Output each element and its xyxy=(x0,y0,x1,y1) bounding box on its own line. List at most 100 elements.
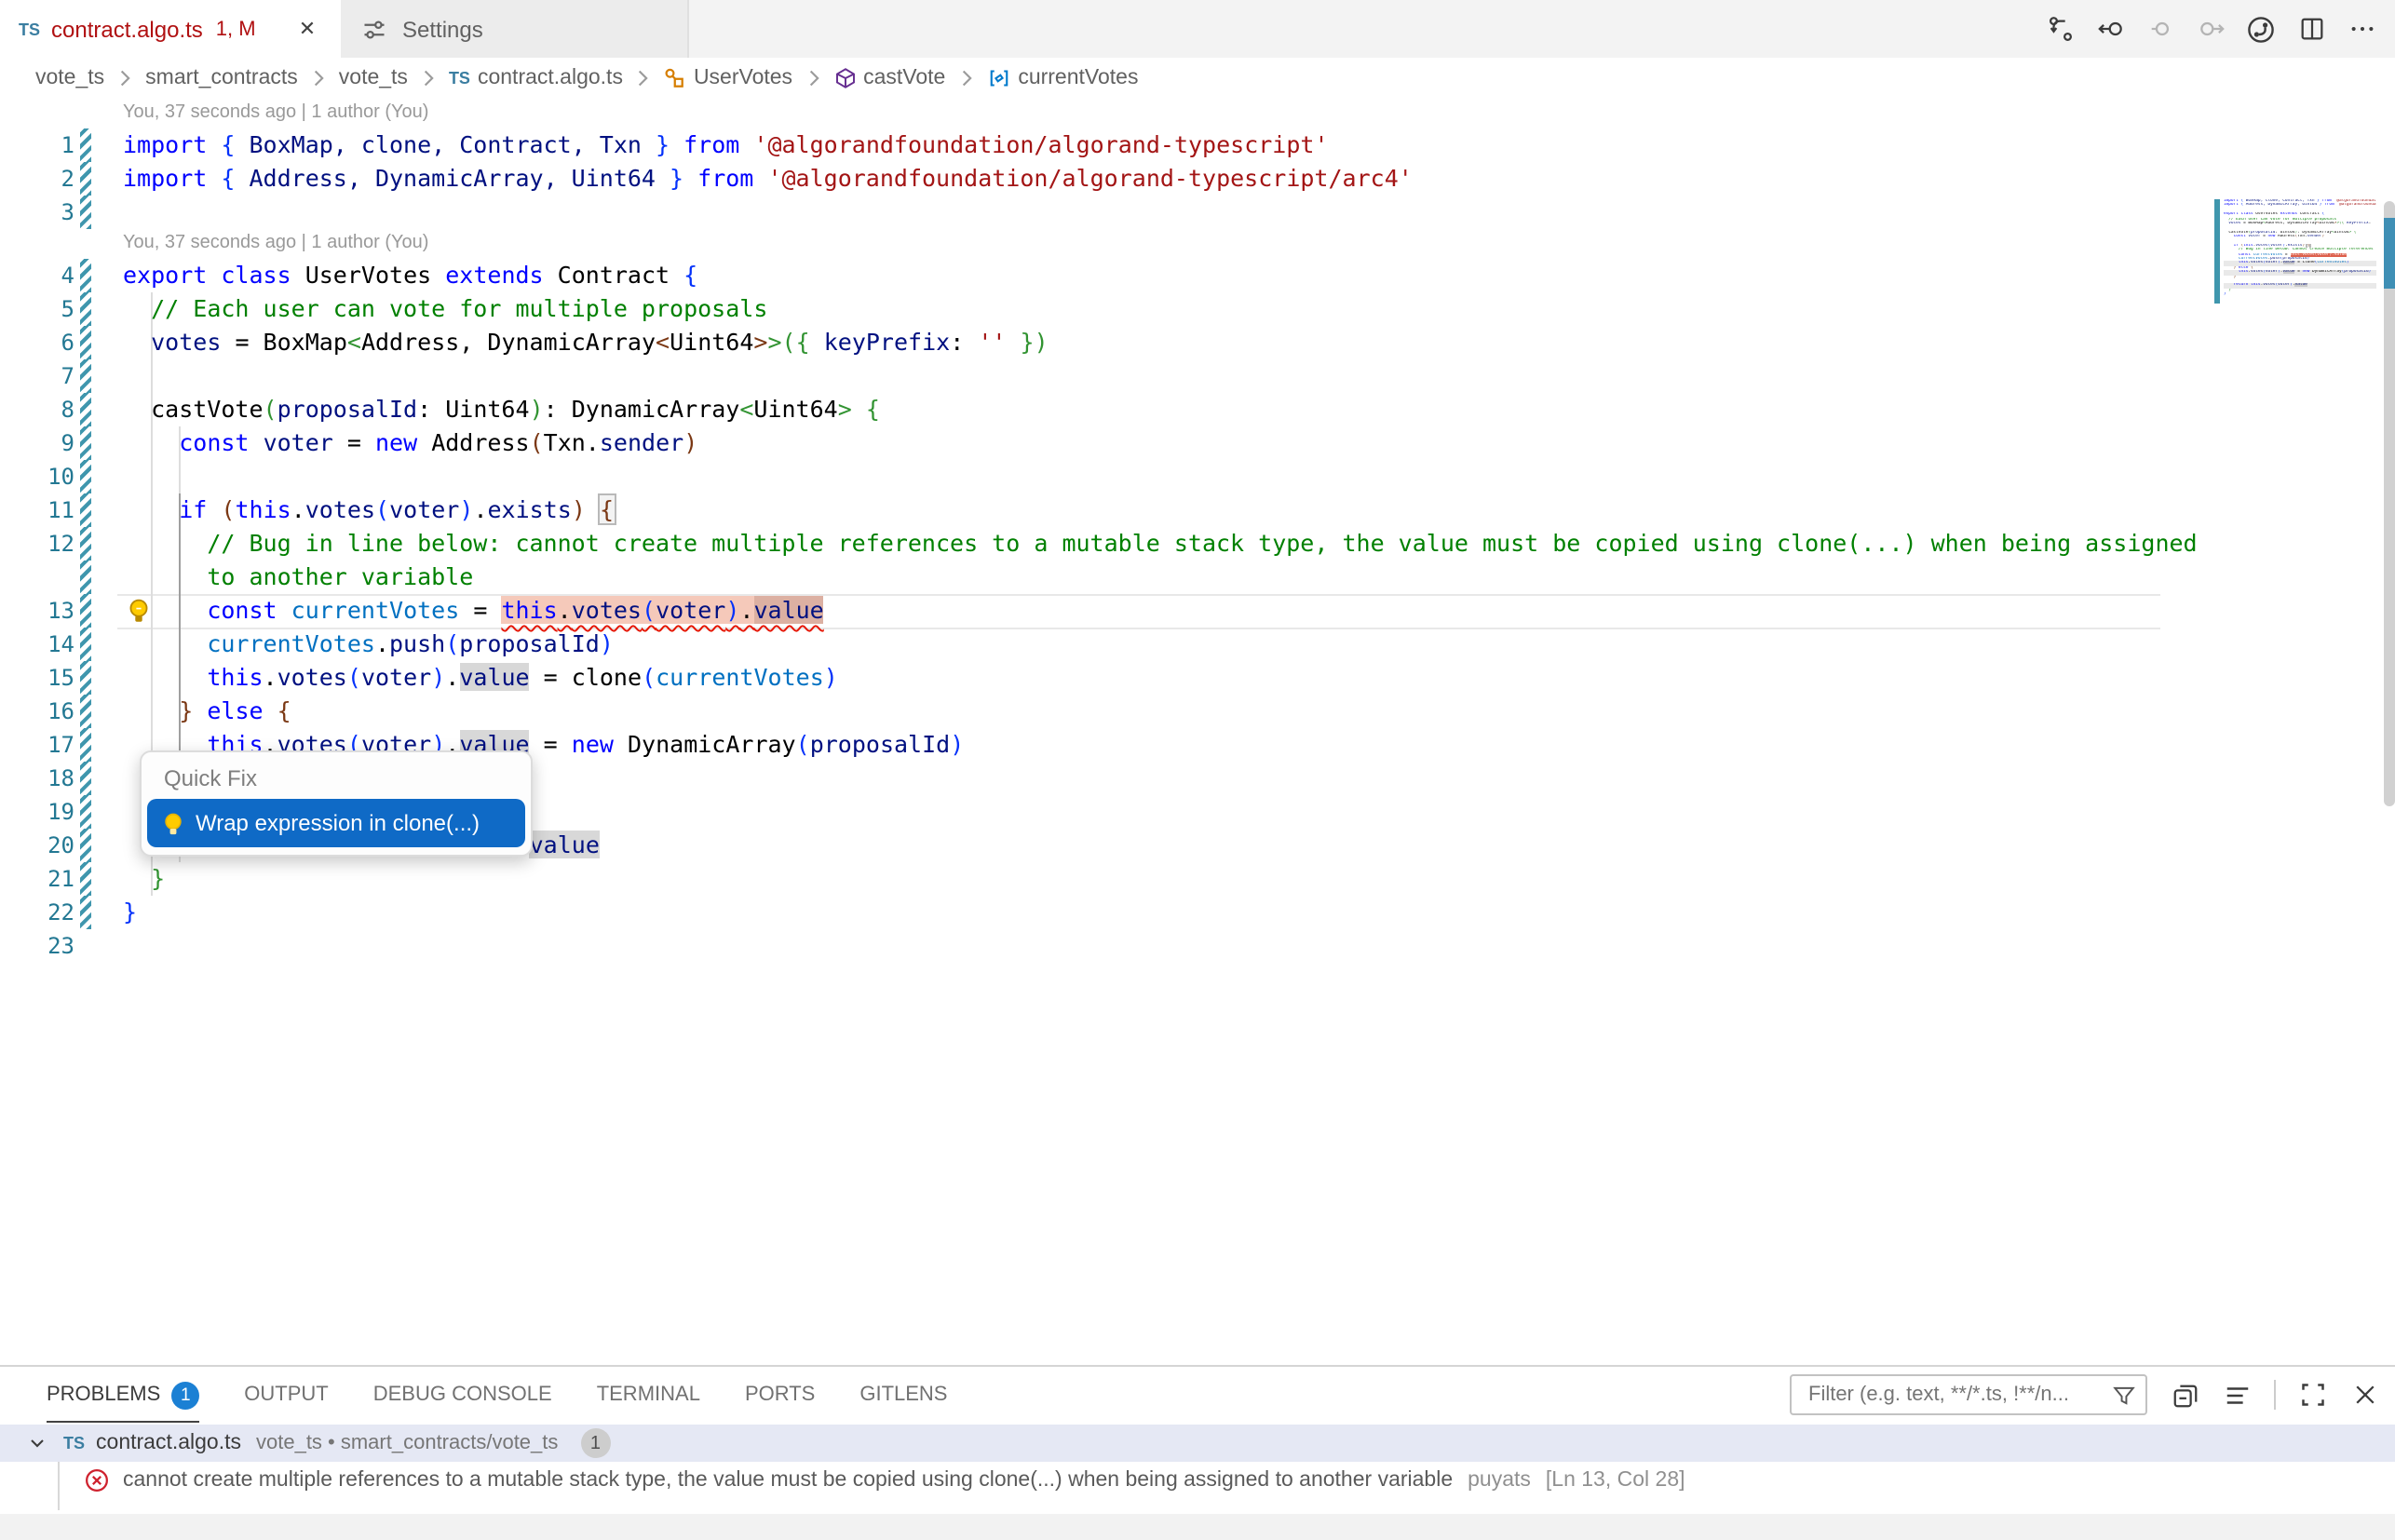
git-gutter-decoration xyxy=(80,162,91,196)
git-gutter-decoration xyxy=(80,326,91,359)
panel-tab-problems[interactable]: PROBLEMS1 xyxy=(47,1367,199,1423)
error-icon xyxy=(84,1467,110,1493)
tab-title: contract.algo.ts xyxy=(51,16,203,42)
typescript-file-icon: TS xyxy=(19,20,40,38)
git-gutter-decoration xyxy=(80,862,91,896)
breadcrumb-item-contract.algo.ts[interactable]: TScontract.algo.ts xyxy=(449,67,623,89)
code-line[interactable]: 22} xyxy=(0,896,2395,929)
breadcrumb-label: castVote xyxy=(863,67,945,89)
code-text: to another variable xyxy=(123,561,473,594)
tab-problem-modified-badge: 1, M xyxy=(216,18,256,40)
code-line[interactable]: 6 votes = BoxMap<Address, DynamicArray<U… xyxy=(0,326,2395,359)
code-line[interactable]: 9 const voter = new Address(Txn.sender) xyxy=(0,426,2395,460)
typescript-file-icon: TS xyxy=(63,1434,85,1452)
breadcrumb-item-smart_contracts[interactable]: smart_contracts xyxy=(145,67,298,89)
code-line[interactable]: 8 castVote(proposalId: Uint64): DynamicA… xyxy=(0,393,2395,426)
code-line[interactable]: 1import { BoxMap, clone, Contract, Txn }… xyxy=(0,128,2395,162)
code-line[interactable]: 11 if (this.votes(voter).exists) { xyxy=(0,493,2395,527)
view-as-table-icon[interactable] xyxy=(2222,1380,2252,1410)
panel-tab-label: PROBLEMS xyxy=(47,1384,160,1406)
open-changes-icon[interactable] xyxy=(2045,14,2075,44)
line-number: 14 xyxy=(0,628,74,661)
breadcrumb-label: vote_ts xyxy=(35,67,104,89)
git-gutter-decoration xyxy=(80,561,91,594)
git-gutter-decoration xyxy=(80,128,91,162)
code-line[interactable]: 15 this.votes(voter).value = clone(curre… xyxy=(0,661,2395,695)
panel-tab-debug-console[interactable]: DEBUG CONSOLE xyxy=(373,1367,552,1423)
lightbulb-icon[interactable] xyxy=(127,598,151,624)
collapse-all-icon[interactable] xyxy=(2170,1380,2199,1410)
commit-graph-icon[interactable] xyxy=(2246,14,2276,44)
tab-settings[interactable]: Settings xyxy=(341,0,689,58)
line-number: 1 xyxy=(0,128,74,162)
panel-tab-output[interactable]: OUTPUT xyxy=(244,1367,328,1423)
git-gutter-decoration xyxy=(80,493,91,527)
variable-symbol-icon xyxy=(986,67,1010,89)
problem-error-row[interactable]: cannot create multiple references to a m… xyxy=(0,1462,2395,1499)
filter-input[interactable] xyxy=(1805,1382,2112,1408)
code-line[interactable]: 16 } else { xyxy=(0,695,2395,728)
code-line[interactable]: 4export class UserVotes extends Contract… xyxy=(0,259,2395,292)
chevron-right-icon xyxy=(636,69,651,88)
breadcrumb-item-vote_ts[interactable]: vote_ts xyxy=(35,67,104,89)
previous-change-icon[interactable] xyxy=(2095,14,2125,44)
codelens-label[interactable]: You, 37 seconds ago | 1 author (You) xyxy=(123,99,428,128)
git-gutter-decoration xyxy=(80,829,91,862)
close-panel-icon[interactable] xyxy=(2350,1380,2380,1410)
problems-filter[interactable] xyxy=(1790,1374,2147,1415)
git-gutter-decoration xyxy=(80,728,91,762)
chevron-down-icon[interactable] xyxy=(26,1432,48,1454)
codelens-row[interactable]: You, 37 seconds ago | 1 author (You) xyxy=(0,229,2395,259)
git-gutter-decoration xyxy=(80,695,91,728)
panel-bottom-strip xyxy=(0,1514,2395,1540)
quick-fix-action-label: Wrap expression in clone(...) xyxy=(196,810,480,836)
maximize-panel-icon[interactable] xyxy=(2298,1380,2328,1410)
error-message: cannot create multiple references to a m… xyxy=(123,1469,1453,1492)
more-actions-icon[interactable] xyxy=(2347,14,2376,44)
quick-fix-title: Quick Fix xyxy=(147,756,525,799)
code-line[interactable]: 5 // Each user can vote for multiple pro… xyxy=(0,292,2395,326)
code-line[interactable]: 7 xyxy=(0,359,2395,393)
close-icon[interactable]: ✕ xyxy=(292,14,322,44)
line-number: 23 xyxy=(0,929,74,963)
panel-tab-gitlens[interactable]: GITLENS xyxy=(859,1367,947,1423)
breadcrumb-label: UserVotes xyxy=(694,67,792,89)
code-text: votes = BoxMap<Address, DynamicArray<Uin… xyxy=(123,326,1049,359)
previous-change-disabled-icon xyxy=(2145,14,2175,44)
code-line[interactable]: 21 } xyxy=(0,862,2395,896)
code-line[interactable]: 13 const currentVotes = this.votes(voter… xyxy=(0,594,2395,628)
breadcrumb-label: vote_ts xyxy=(339,67,408,89)
panel-tab-label: DEBUG CONSOLE xyxy=(373,1384,552,1406)
code-text: const currentVotes = this.votes(voter).v… xyxy=(123,594,824,628)
split-editor-icon[interactable] xyxy=(2296,14,2326,44)
quick-fix-action[interactable]: Wrap expression in clone(...) xyxy=(147,799,525,847)
code-line[interactable]: 2import { Address, DynamicArray, Uint64 … xyxy=(0,162,2395,196)
breadcrumb-item-UserVotes[interactable]: UserVotes xyxy=(664,67,792,89)
panel-tab-label: PORTS xyxy=(745,1384,815,1406)
problems-file-row[interactable]: TS contract.algo.ts vote_ts • smart_cont… xyxy=(0,1425,2395,1462)
next-change-disabled-icon xyxy=(2196,14,2226,44)
line-number: 4 xyxy=(0,259,74,292)
code-line[interactable]: 10 xyxy=(0,460,2395,493)
git-gutter-decoration xyxy=(80,929,91,963)
breadcrumb-item-currentVotes[interactable]: currentVotes xyxy=(986,67,1138,89)
code-line[interactable]: 14 currentVotes.push(proposalId) xyxy=(0,628,2395,661)
code-line[interactable]: 23 xyxy=(0,929,2395,963)
code-line[interactable]: 3 xyxy=(0,196,2395,229)
breadcrumb-item-vote_ts[interactable]: vote_ts xyxy=(339,67,408,89)
code-text: currentVotes.push(proposalId) xyxy=(123,628,614,661)
codelens-row[interactable]: You, 37 seconds ago | 1 author (You) xyxy=(0,99,2395,128)
code-text: castVote(proposalId: Uint64): DynamicArr… xyxy=(123,393,880,426)
typescript-file-icon: TS xyxy=(449,69,470,88)
panel-tab-ports[interactable]: PORTS xyxy=(745,1367,815,1423)
breadcrumb-item-castVote[interactable]: castVote xyxy=(833,67,945,89)
git-gutter-decoration xyxy=(80,196,91,229)
code-editor[interactable]: You, 37 seconds ago | 1 author (You)1imp… xyxy=(0,99,2395,1365)
chevron-right-icon xyxy=(311,69,326,88)
code-line[interactable]: 12 // Bug in line below: cannot create m… xyxy=(0,527,2395,561)
codelens-label[interactable]: You, 37 seconds ago | 1 author (You) xyxy=(123,229,428,259)
code-line[interactable]: to another variable xyxy=(0,561,2395,594)
panel-tab-terminal[interactable]: TERMINAL xyxy=(597,1367,700,1423)
git-gutter-decoration xyxy=(80,762,91,795)
tab-contract-algo-ts[interactable]: TS contract.algo.ts 1, M ✕ xyxy=(0,0,341,58)
